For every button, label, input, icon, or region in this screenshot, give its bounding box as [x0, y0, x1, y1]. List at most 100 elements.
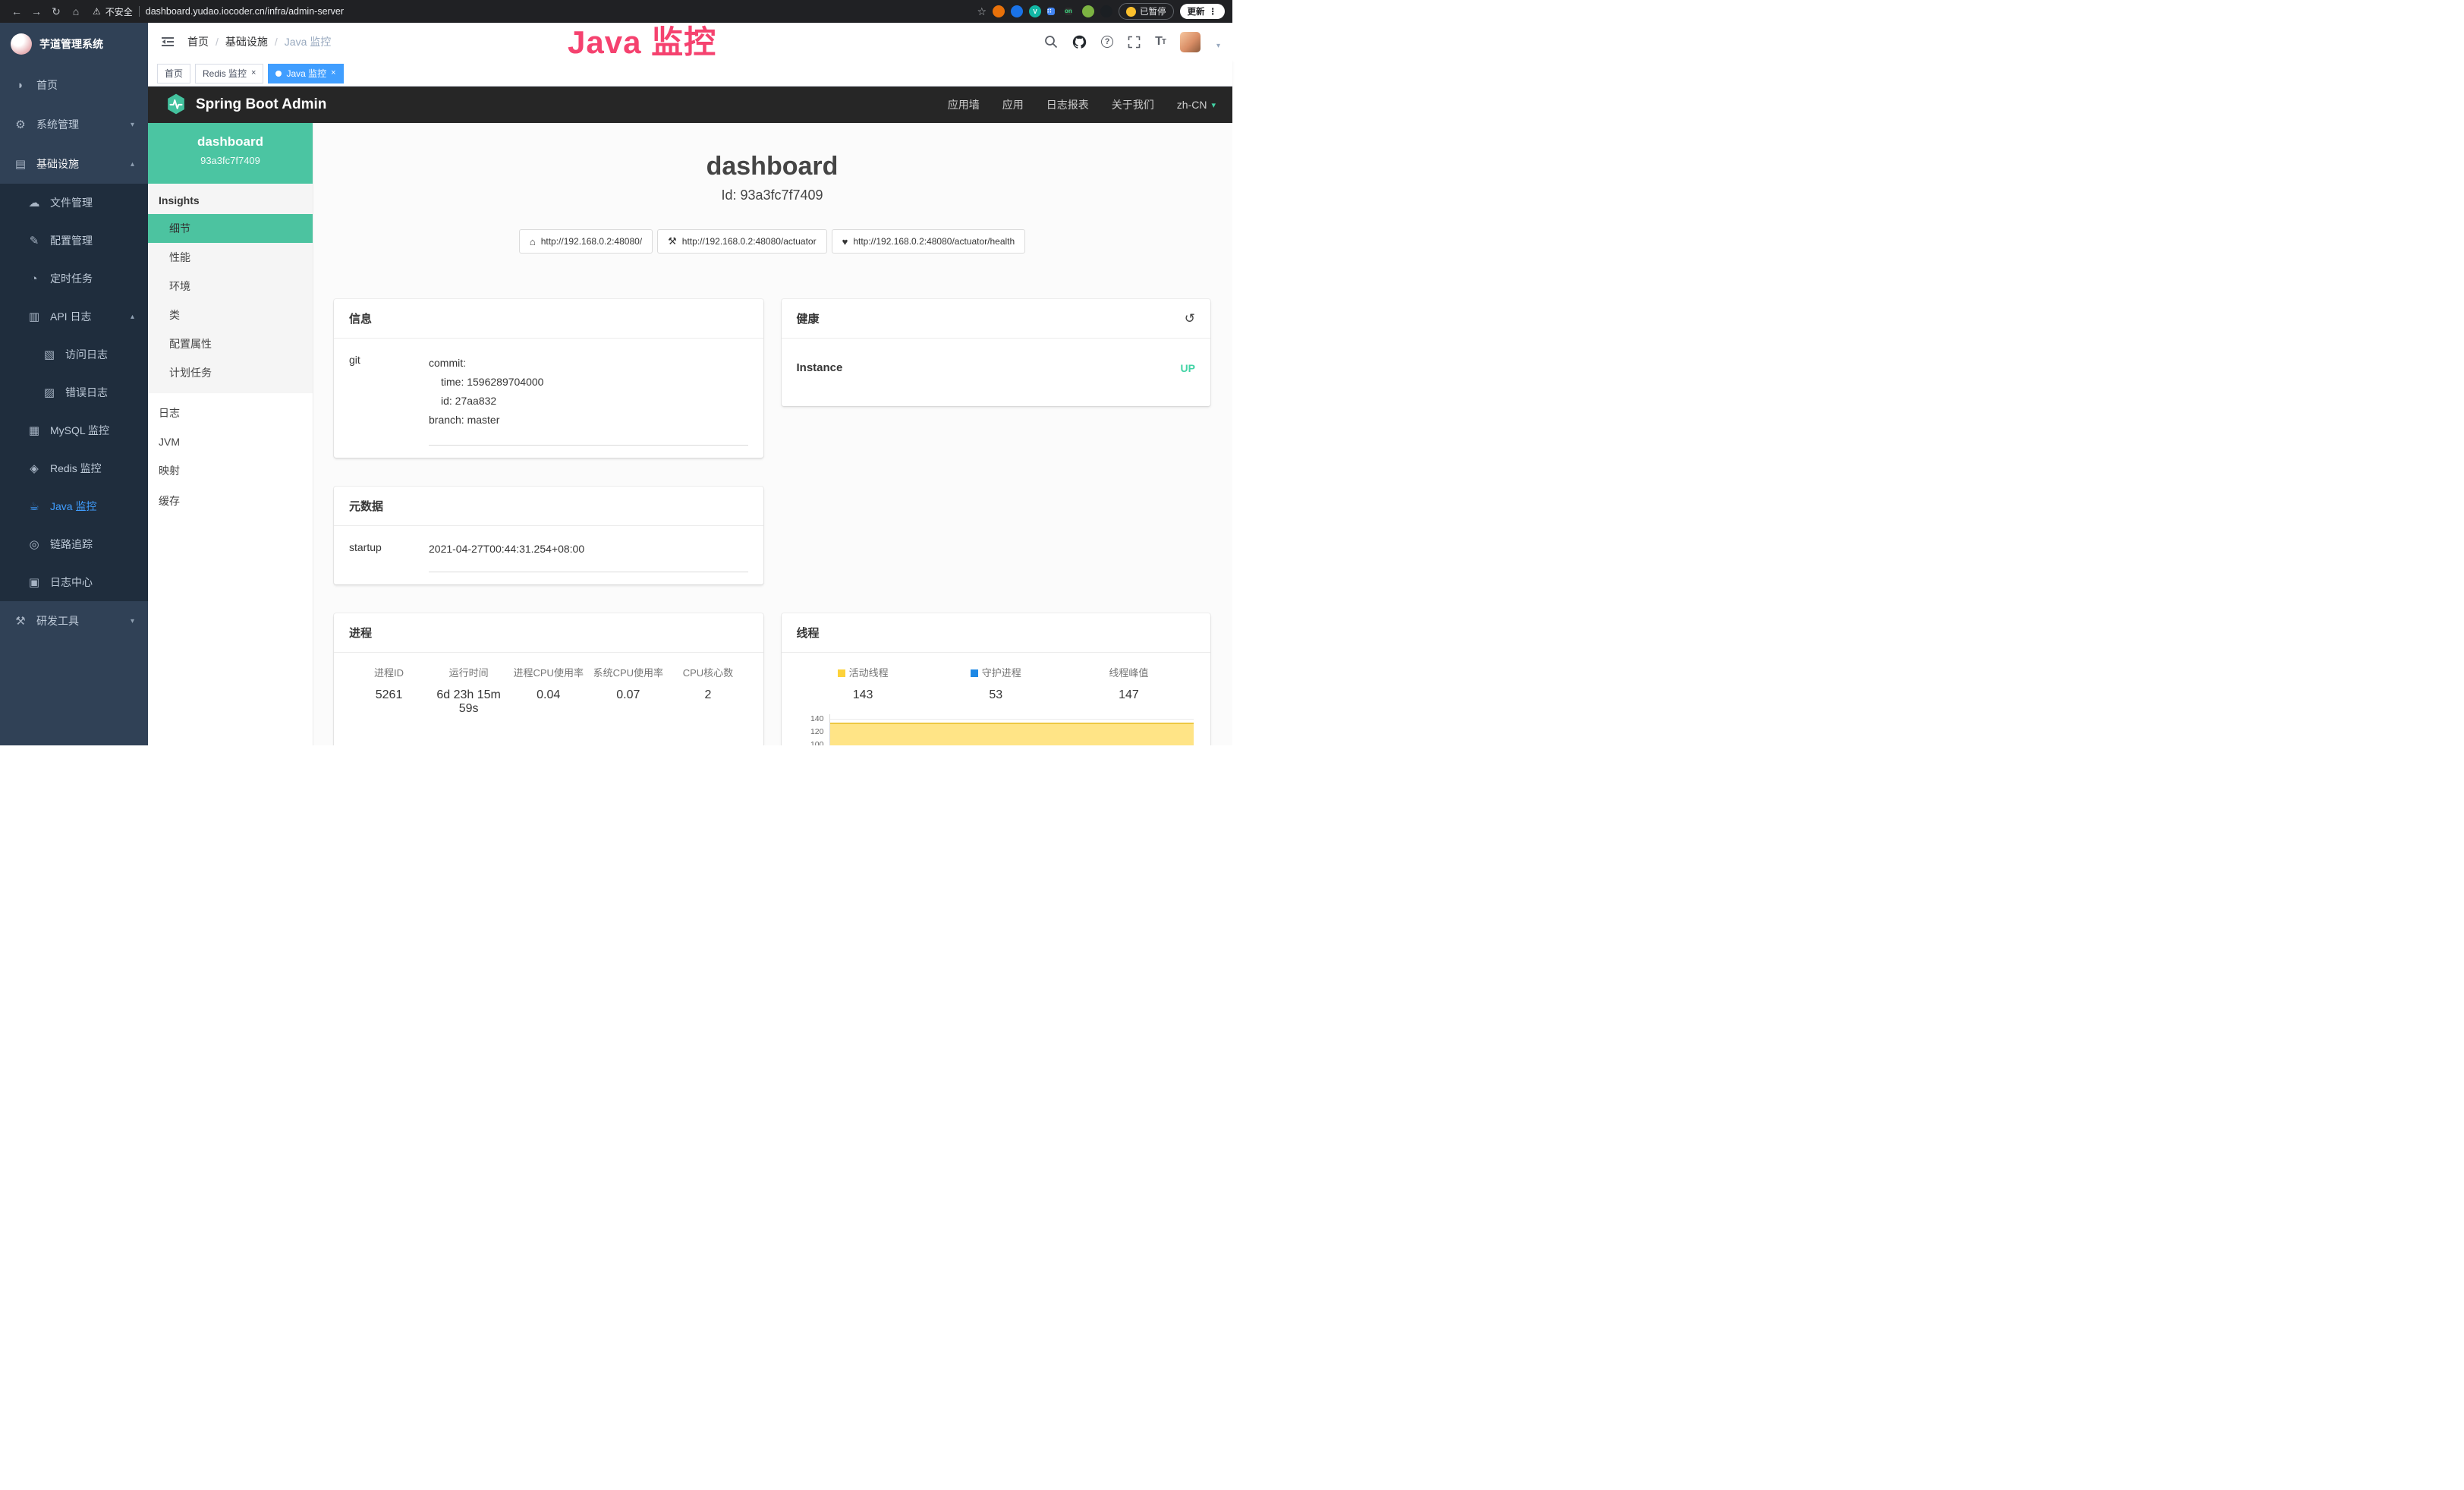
- search-icon[interactable]: [1044, 35, 1058, 49]
- sba-link-journal[interactable]: 日志报表: [1046, 97, 1089, 112]
- ext-icon-teal[interactable]: V: [1029, 5, 1041, 17]
- update-button[interactable]: 更新 ⋮: [1180, 4, 1226, 19]
- close-icon[interactable]: ×: [331, 69, 335, 77]
- health-url: http://192.168.0.2:48080/actuator/health: [853, 236, 1015, 247]
- legend-label: 线程峰值: [1109, 667, 1148, 679]
- github-icon[interactable]: [1072, 35, 1087, 49]
- breadcrumb-home[interactable]: 首页: [187, 34, 209, 49]
- home-icon: ⌂: [530, 236, 536, 247]
- sidebar-item-access-log[interactable]: ▧ 访问日志: [0, 335, 148, 373]
- tags-bar: 首页 Redis 监控 × Java 监控 ×: [148, 61, 1232, 87]
- address-bar[interactable]: dashboard.yudao.iocoder.cn/infra/admin-s…: [146, 6, 976, 17]
- sba-menu-details[interactable]: 细节: [148, 214, 313, 243]
- sidebar-item-file[interactable]: ☁ 文件管理: [0, 184, 148, 222]
- sidebar-item-java[interactable]: ☕ Java 监控: [0, 487, 148, 525]
- legend-live-threads: 活动线程 143: [797, 665, 930, 702]
- font-size-icon[interactable]: TT: [1155, 35, 1166, 49]
- sidebar-item-error-log[interactable]: ▨ 错误日志: [0, 373, 148, 411]
- sidebar: 芋道管理系统 ◗ 首页 ⚙ 系统管理 ▾ ▤ 基础设施 ▴ ☁ 文件管理 ✎ 配…: [0, 23, 148, 745]
- metadata-value: 2021-04-27T00:44:31.254+08:00: [429, 541, 748, 572]
- legend-label: 守护进程: [982, 667, 1021, 679]
- sidebar-item-api-log[interactable]: ▥ API 日志 ▴: [0, 298, 148, 335]
- sidebar-item-label: 链路追踪: [50, 537, 93, 552]
- doc-icon: ▨: [42, 386, 56, 399]
- breadcrumb-infra[interactable]: 基础设施: [225, 34, 268, 49]
- card-title: 健康 ↺: [782, 299, 1211, 339]
- sidebar-item-config[interactable]: ✎ 配置管理: [0, 222, 148, 260]
- java-icon: ☕: [27, 499, 41, 513]
- sidebar-item-trace[interactable]: ◎ 链路追踪: [0, 525, 148, 563]
- service-url-button[interactable]: ⌂ http://192.168.0.2:48080/: [519, 229, 653, 254]
- paused-badge[interactable]: 已暂停: [1119, 3, 1174, 20]
- sba-menu-caches[interactable]: 缓存: [148, 486, 313, 516]
- tab-redis[interactable]: Redis 监控 ×: [195, 64, 263, 83]
- sba-menu-environment[interactable]: 环境: [148, 272, 313, 301]
- ext-icon-paw[interactable]: [1100, 5, 1112, 17]
- annotation-java-monitor: Java 监控: [568, 17, 716, 63]
- history-icon[interactable]: ↺: [1185, 311, 1195, 326]
- sba-link-about[interactable]: 关于我们: [1112, 97, 1154, 112]
- instance-id: 93a3fc7f7409: [156, 155, 305, 166]
- log-center-icon: ▣: [27, 575, 41, 589]
- sidebar-item-redis[interactable]: ◈ Redis 监控: [0, 449, 148, 487]
- ext-icon-orange[interactable]: [993, 5, 1005, 17]
- ext-icon-switch-on[interactable]: on: [1065, 8, 1072, 15]
- stat-value: 2: [668, 688, 747, 702]
- sba-sidebar: dashboard 93a3fc7f7409 Insights 细节 性能 环境…: [148, 123, 313, 745]
- reload-icon[interactable]: ↻: [47, 5, 65, 18]
- sba-menu-logging[interactable]: 日志: [148, 398, 313, 428]
- instance-header[interactable]: dashboard 93a3fc7f7409: [148, 123, 313, 184]
- sidebar-item-log-center[interactable]: ▣ 日志中心: [0, 563, 148, 601]
- ext-icon-leaf[interactable]: [1082, 5, 1094, 17]
- sba-navbar: Spring Boot Admin 应用墙 应用 日志报表 关于我们 zh-CN…: [148, 87, 1232, 123]
- sidebar-toggle-icon[interactable]: [160, 34, 175, 49]
- card-body: startup 2021-04-27T00:44:31.254+08:00: [334, 526, 763, 584]
- navbar-actions: ? TT ▾: [1044, 32, 1220, 52]
- locale-select[interactable]: zh-CN ▾: [1177, 99, 1216, 111]
- tab-home[interactable]: 首页: [157, 64, 190, 83]
- back-icon[interactable]: ←: [8, 5, 26, 17]
- sidebar-item-mysql[interactable]: ▦ MySQL 监控: [0, 411, 148, 449]
- bookmark-star-icon[interactable]: ☆: [977, 5, 987, 18]
- sidebar-item-infra[interactable]: ▤ 基础设施 ▴: [0, 144, 148, 184]
- health-url-button[interactable]: ♥ http://192.168.0.2:48080/actuator/heal…: [832, 229, 1026, 254]
- forward-icon[interactable]: →: [27, 5, 46, 17]
- monitor-icon: ▤: [14, 157, 27, 171]
- sba-menu-mappings[interactable]: 映射: [148, 455, 313, 486]
- sba-brand[interactable]: Spring Boot Admin: [196, 96, 326, 113]
- insights-title: Insights: [148, 184, 313, 214]
- ext-icon-pin[interactable]: [1011, 5, 1023, 17]
- sidebar-item-label: 访问日志: [65, 347, 108, 362]
- tab-java[interactable]: Java 监控 ×: [268, 64, 343, 83]
- active-dot: [275, 71, 282, 77]
- help-icon[interactable]: ?: [1101, 36, 1113, 48]
- stat-uptime: 运行时间 6d 23h 15m 59s: [429, 665, 508, 716]
- user-avatar[interactable]: [1180, 32, 1201, 52]
- sidebar-logo[interactable]: 芋道管理系统: [0, 23, 148, 65]
- sba-menu-jvm[interactable]: JVM: [148, 428, 313, 455]
- close-icon[interactable]: ×: [251, 69, 256, 77]
- sba-menu-config-props[interactable]: 配置属性: [148, 329, 313, 358]
- sba-link-applications[interactable]: 应用: [1002, 97, 1024, 112]
- security-chip[interactable]: ⚠ 不安全: [93, 5, 133, 18]
- sba-menu-scheduled-tasks[interactable]: 计划任务: [148, 358, 313, 387]
- sidebar-item-dev-tools[interactable]: ⚒ 研发工具 ▾: [0, 601, 148, 641]
- sidebar-item-label: 研发工具: [36, 613, 79, 628]
- sba-logo-icon[interactable]: [165, 93, 187, 118]
- info-key: git: [349, 354, 429, 446]
- fullscreen-icon[interactable]: [1128, 36, 1141, 49]
- stat-label: CPU核心数: [668, 665, 747, 679]
- sidebar-item-job[interactable]: ◔ 定时任务: [0, 260, 148, 298]
- home-icon[interactable]: ⌂: [67, 5, 85, 17]
- process-card: 进程 进程ID 5261 运行时间: [334, 613, 763, 745]
- actuator-url-button[interactable]: ⚒ http://192.168.0.2:48080/actuator: [657, 229, 826, 254]
- card-body: 进程ID 5261 运行时间 6d 23h 15m 59s 进程CPU使用率: [334, 653, 763, 745]
- avatar-caret-icon[interactable]: ▾: [1216, 42, 1220, 50]
- ext-icon-grid[interactable]: ∷: [1047, 8, 1055, 15]
- sba-menu-metrics[interactable]: 性能: [148, 243, 313, 272]
- sba-menu-classes[interactable]: 类: [148, 301, 313, 329]
- health-instance-row[interactable]: Instance UP: [797, 339, 1196, 394]
- sba-link-wallboard[interactable]: 应用墙: [948, 97, 980, 112]
- sidebar-item-system[interactable]: ⚙ 系统管理 ▾: [0, 105, 148, 144]
- sidebar-item-home[interactable]: ◗ 首页: [0, 65, 148, 105]
